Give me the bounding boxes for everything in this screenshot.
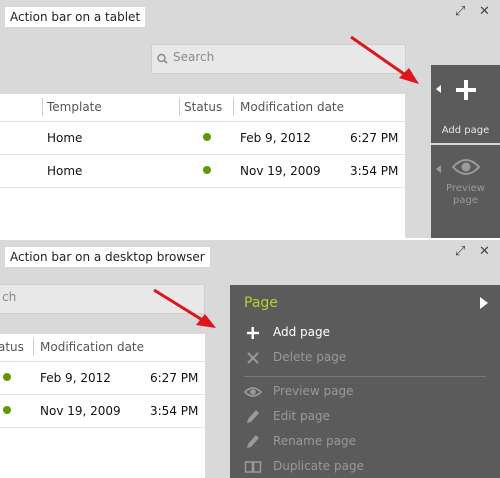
pencil-icon [247,410,259,423]
page-table: atus Modification date Feb 9, 2012 6:27 … [0,334,205,478]
table-row[interactable]: Home Feb 9, 2012 6:27 PM [0,122,405,155]
row-time: 3:54 PM [350,164,399,178]
status-dot [3,373,11,381]
annotation-arrow [350,35,419,84]
preview-page-button[interactable]: Preview page [431,145,500,238]
eye-icon [452,159,480,175]
menu-item-label: Duplicate page [273,459,364,473]
duplicate-icon [244,461,262,473]
row-time: 6:27 PM [350,131,399,145]
menu-item-rename-page[interactable]: Rename page [244,432,484,452]
tablet-caption: Action bar on a tablet [5,7,146,27]
search-placeholder: Search [173,50,215,64]
column-modification-date[interactable]: Modification date [40,340,144,354]
row-date: Feb 9, 2012 [240,131,311,145]
table-row[interactable]: Nov 19, 2009 3:54 PM [0,395,205,428]
collapse-arrow-icon[interactable] [480,297,488,309]
menu-item-delete-page[interactable]: Delete page [244,348,484,368]
desktop-panel: Action bar on a desktop browser ⤢ ✕ ch a… [0,240,500,478]
status-dot [3,406,11,414]
preview-label-line2: page [453,195,478,206]
column-divider [233,98,234,116]
expand-arrow-icon [436,85,441,93]
menu-item-edit-page[interactable]: Edit page [244,407,484,427]
desktop-caption: Action bar on a desktop browser [5,247,210,267]
status-dot [203,133,211,141]
column-divider [33,338,34,356]
menu-item-label: Delete page [273,350,347,364]
row-date: Nov 19, 2009 [40,404,121,418]
annotation-arrow [153,288,216,328]
column-divider [42,98,43,116]
preview-label-line1: Preview [446,183,485,194]
column-status[interactable]: atus [0,340,24,354]
menu-item-duplicate-page[interactable]: Duplicate page [244,457,484,477]
column-status[interactable]: Status [184,100,222,114]
menu-item-add-page[interactable]: Add page [244,323,484,343]
menu-item-label: Preview page [273,384,354,398]
row-date: Feb 9, 2012 [40,371,111,385]
menu-item-preview-page[interactable]: Preview page [244,382,484,402]
page-table: Template Status Modification date Home F… [0,94,405,238]
table-row[interactable]: Home Nov 19, 2009 3:54 PM [0,155,405,188]
pencil-icon [247,435,259,448]
menu-item-label: Edit page [273,409,331,423]
page-action-menu: Page Add page Delete page Preview page E… [230,285,500,478]
row-template: Home [47,131,83,145]
x-icon [247,352,259,364]
eye-icon [244,387,262,397]
column-modification-date[interactable]: Modification date [240,100,344,114]
row-time: 3:54 PM [150,404,199,418]
search-placeholder: ch [2,290,17,304]
column-template[interactable]: Template [47,100,102,114]
menu-divider [244,376,486,377]
tablet-panel: Action bar on a tablet ⤢ ✕ Search Templa… [0,0,500,238]
menu-item-label: Add page [273,325,331,339]
table-row[interactable]: Feb 9, 2012 6:27 PM [0,362,205,395]
close-icon[interactable]: ✕ [479,5,490,19]
expand-icon[interactable]: ⤢ [455,5,465,19]
status-dot [203,166,211,174]
menu-title: Page [244,295,278,311]
table-header: atus Modification date [0,334,205,362]
column-divider [179,98,180,116]
close-icon[interactable]: ✕ [479,245,490,259]
plus-icon [247,327,259,339]
add-page-button[interactable]: Add page [431,65,500,143]
row-date: Nov 19, 2009 [240,164,321,178]
table-header: Template Status Modification date [0,94,405,122]
tablet-action-bar: Add page Preview page [431,65,500,238]
search-icon [157,53,168,64]
plus-icon [456,80,476,100]
menu-item-label: Rename page [273,434,356,448]
row-time: 6:27 PM [150,371,199,385]
add-page-label: Add page [441,125,490,136]
row-template: Home [47,164,83,178]
expand-arrow-icon [436,165,441,173]
expand-icon[interactable]: ⤢ [455,245,465,259]
